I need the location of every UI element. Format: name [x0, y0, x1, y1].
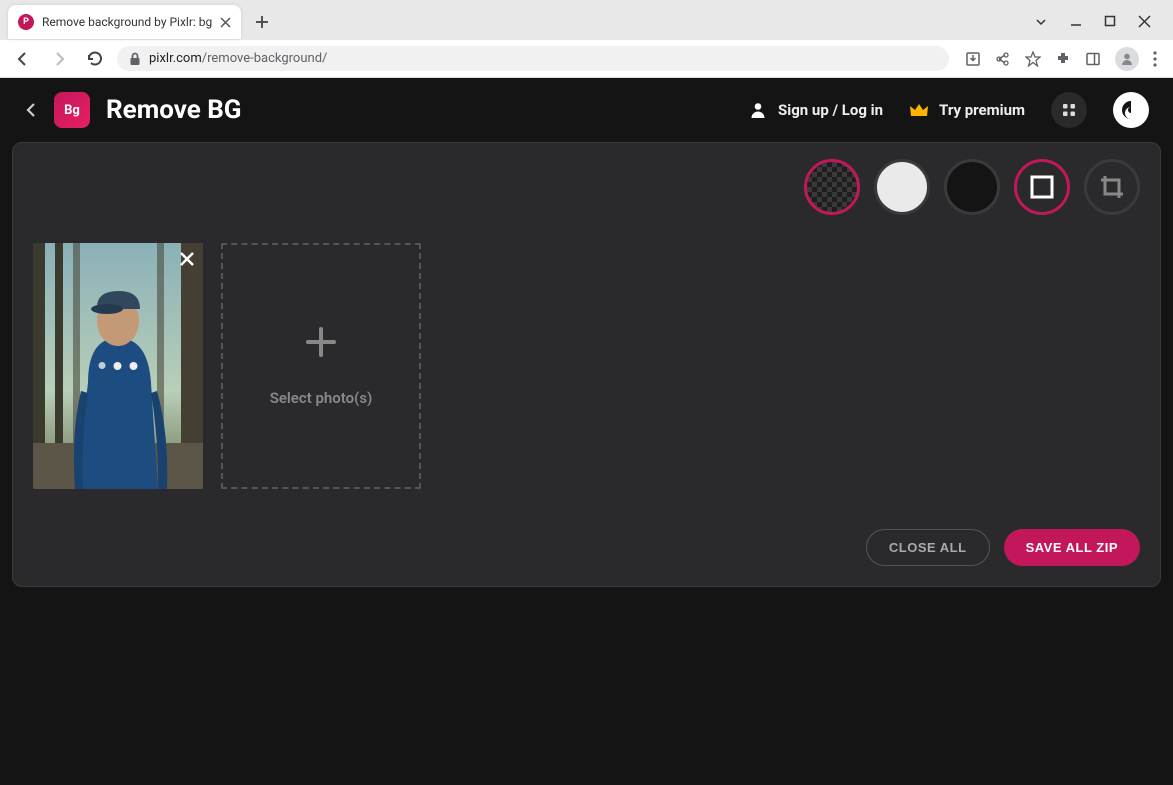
- url-text: pixlr.com/remove-background/: [149, 51, 327, 66]
- bookmark-icon[interactable]: [1025, 51, 1041, 67]
- address-bar[interactable]: pixlr.com/remove-background/: [117, 46, 949, 71]
- pixlr-icon: [1120, 99, 1142, 121]
- close-all-button[interactable]: CLOSE ALL: [866, 529, 990, 566]
- close-tab-icon[interactable]: [220, 17, 231, 28]
- tab-bar: P Remove background by Pixlr: bg: [0, 0, 1173, 40]
- save-all-zip-button[interactable]: SAVE ALL ZIP: [1004, 529, 1140, 566]
- pixlr-home-button[interactable]: [1113, 92, 1149, 128]
- app-root: Bg Remove BG Sign up / Log in Try premiu…: [0, 78, 1173, 785]
- loading-indicator: [99, 362, 138, 370]
- photos-row: Select photo(s): [33, 243, 1140, 489]
- bg-option-black[interactable]: [944, 159, 1000, 215]
- bg-options-row: [33, 159, 1140, 215]
- select-photos-dropzone[interactable]: Select photo(s): [221, 243, 421, 489]
- browser-chrome: P Remove background by Pixlr: bg: [0, 0, 1173, 78]
- install-icon[interactable]: [965, 51, 981, 67]
- chevron-down-icon[interactable]: [1034, 15, 1048, 29]
- bg-option-transparent[interactable]: [804, 159, 860, 215]
- toolbar-actions: [959, 47, 1163, 71]
- crop-button[interactable]: [1084, 159, 1140, 215]
- tab-title: Remove background by Pixlr: bg: [42, 15, 212, 29]
- extensions-icon[interactable]: [1055, 51, 1071, 67]
- app-logo-icon: Bg: [54, 92, 90, 128]
- lock-icon: [129, 52, 141, 66]
- remove-photo-button[interactable]: [179, 251, 195, 267]
- try-premium-link[interactable]: Try premium: [909, 101, 1025, 119]
- apps-menu-button[interactable]: [1051, 92, 1087, 128]
- crown-icon: [909, 102, 929, 118]
- maximize-icon[interactable]: [1104, 15, 1116, 29]
- new-tab-button[interactable]: [247, 15, 277, 29]
- grid-icon: [1061, 102, 1077, 118]
- app-header: Bg Remove BG Sign up / Log in Try premiu…: [0, 78, 1173, 142]
- footer-buttons: CLOSE ALL SAVE ALL ZIP: [33, 529, 1140, 566]
- dropzone-label: Select photo(s): [270, 389, 373, 407]
- main-panel: Select photo(s) CLOSE ALL SAVE ALL ZIP: [12, 142, 1161, 587]
- browser-tab[interactable]: P Remove background by Pixlr: bg: [8, 5, 241, 39]
- share-icon[interactable]: [995, 51, 1011, 67]
- reload-button[interactable]: [82, 46, 107, 71]
- crop-icon: [1099, 174, 1125, 200]
- kebab-menu-icon[interactable]: [1153, 51, 1157, 67]
- window-controls: [1034, 15, 1165, 29]
- favicon-icon: P: [18, 14, 34, 30]
- side-panel-icon[interactable]: [1085, 51, 1101, 67]
- auth-label: Sign up / Log in: [778, 101, 883, 119]
- premium-label: Try premium: [939, 101, 1025, 119]
- close-window-icon[interactable]: [1138, 15, 1151, 29]
- back-button[interactable]: [10, 46, 36, 72]
- profile-avatar[interactable]: [1115, 47, 1139, 71]
- header-actions: Sign up / Log in Try premium: [748, 92, 1149, 128]
- plus-icon: [304, 325, 338, 359]
- browser-toolbar: pixlr.com/remove-background/: [0, 40, 1173, 78]
- user-icon: [748, 100, 768, 120]
- photo-thumbnail[interactable]: [33, 243, 203, 489]
- square-icon: [1017, 162, 1067, 212]
- signup-login-link[interactable]: Sign up / Log in: [748, 100, 883, 120]
- minimize-icon[interactable]: [1070, 15, 1082, 29]
- aspect-original-button[interactable]: [1014, 159, 1070, 215]
- forward-button[interactable]: [46, 46, 72, 72]
- bg-option-white[interactable]: [874, 159, 930, 215]
- close-icon: [179, 251, 195, 267]
- app-back-button[interactable]: [24, 101, 38, 119]
- app-title: Remove BG: [106, 95, 242, 125]
